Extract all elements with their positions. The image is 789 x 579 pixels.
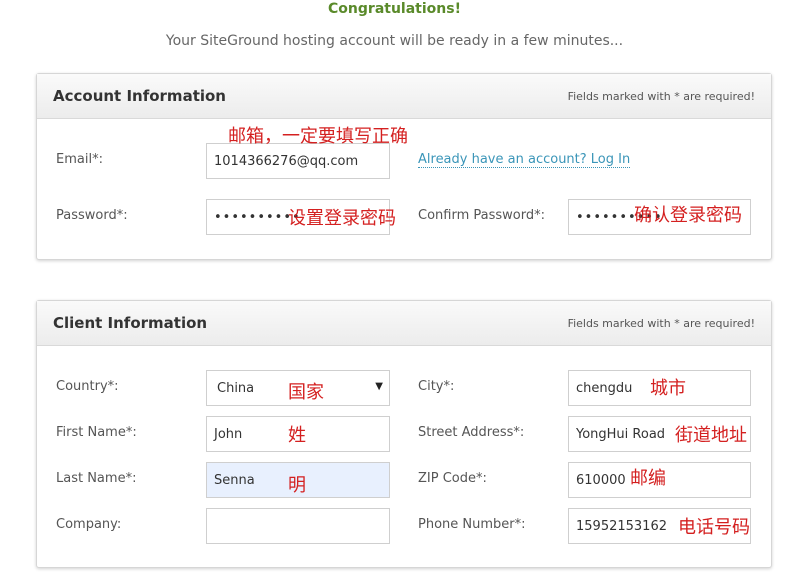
zip-label: ZIP Code*: (418, 471, 487, 486)
first-name-label: First Name*: (56, 425, 137, 440)
country-value: China (217, 380, 255, 396)
last-name-label: Last Name*: (56, 471, 137, 486)
client-panel-title: Client Information (53, 314, 208, 332)
company-field[interactable] (206, 508, 390, 544)
confirm-annotation: 确认登录密码 (634, 205, 742, 226)
dropdown-arrow-icon: ▼ (375, 381, 383, 392)
city-annotation: 城市 (650, 378, 686, 399)
required-note: Fields marked with * are required! (567, 90, 755, 103)
zip-annotation: 邮编 (630, 468, 666, 489)
last-name-annotation: 明 (288, 475, 306, 496)
password-label: Password*: (56, 208, 128, 223)
account-panel-header: Account Information Fields marked with *… (37, 74, 771, 119)
city-label: City*: (418, 379, 455, 394)
account-panel-title: Account Information (53, 87, 226, 105)
first-name-annotation: 姓 (288, 425, 306, 446)
email-annotation: 邮箱，一定要填写正确 (228, 126, 408, 147)
country-annotation: 国家 (288, 382, 324, 403)
street-annotation: 街道地址 (675, 425, 747, 446)
phone-annotation: 电话号码 (678, 517, 750, 538)
status-subtitle: Your SiteGround hosting account will be … (165, 33, 624, 49)
confirm-password-label: Confirm Password*: (418, 208, 545, 223)
congrats-heading: Congratulations! (328, 1, 461, 17)
email-label: Email*: (56, 152, 103, 167)
street-label: Street Address*: (418, 425, 525, 440)
email-field[interactable]: 1014366276@qq.com (206, 143, 390, 179)
login-link[interactable]: Already have an account? Log In (418, 152, 631, 168)
company-label: Company: (56, 517, 122, 532)
client-panel-header: Client Information Fields marked with * … (37, 301, 771, 346)
required-note: Fields marked with * are required! (567, 317, 755, 330)
password-annotation: 设置登录密码 (288, 208, 396, 229)
country-label: Country*: (56, 379, 119, 394)
phone-label: Phone Number*: (418, 517, 526, 532)
